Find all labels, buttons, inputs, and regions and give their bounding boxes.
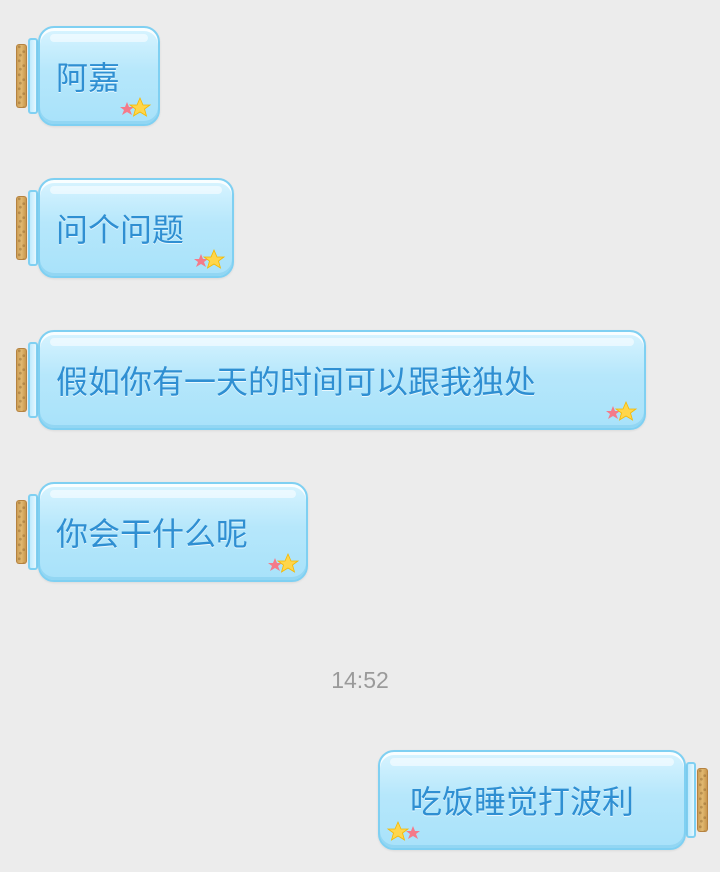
cork-icon	[16, 196, 27, 260]
star-pair-icon	[604, 400, 640, 422]
bottle-neck	[28, 342, 38, 418]
message-bubble[interactable]: 你会干什么呢	[38, 482, 308, 582]
message-bubble[interactable]: 吃饭睡觉打波利	[378, 750, 686, 850]
cork-icon	[16, 44, 27, 108]
message-text: 问个问题	[56, 211, 185, 249]
incoming-message-row: 假如你有一天的时间可以跟我独处	[16, 330, 646, 434]
star-pair-icon	[192, 248, 228, 270]
cork-icon	[16, 500, 27, 564]
star-pair-icon	[386, 820, 422, 842]
star-pair-icon	[266, 552, 302, 574]
message-text: 假如你有一天的时间可以跟我独处	[56, 363, 537, 401]
bottle-neck	[28, 38, 38, 114]
message-timestamp: 14:52	[331, 667, 389, 693]
bottle-neck	[686, 762, 696, 838]
incoming-message-row: 问个问题	[16, 178, 234, 282]
message-text: 阿嘉	[56, 59, 121, 97]
bottle-neck	[28, 190, 38, 266]
message-bubble[interactable]: 假如你有一天的时间可以跟我独处	[38, 330, 646, 430]
bottle-neck	[28, 494, 38, 570]
incoming-message-row: 阿嘉	[16, 26, 160, 130]
outgoing-message-row: 吃饭睡觉打波利	[378, 750, 708, 854]
incoming-message-row: 你会干什么呢	[16, 482, 308, 586]
cork-icon	[16, 348, 27, 412]
chat-view: 阿嘉 问个问题 假如你有一天的时间可以跟我独处 你会干什么呢 14:52 吃饭睡…	[0, 0, 720, 872]
message-text: 吃饭睡觉打波利	[410, 783, 635, 821]
cork-icon	[697, 768, 708, 832]
message-bubble[interactable]: 阿嘉	[38, 26, 160, 126]
message-text: 你会干什么呢	[56, 515, 249, 553]
star-pair-icon	[118, 96, 154, 118]
message-bubble[interactable]: 问个问题	[38, 178, 234, 278]
